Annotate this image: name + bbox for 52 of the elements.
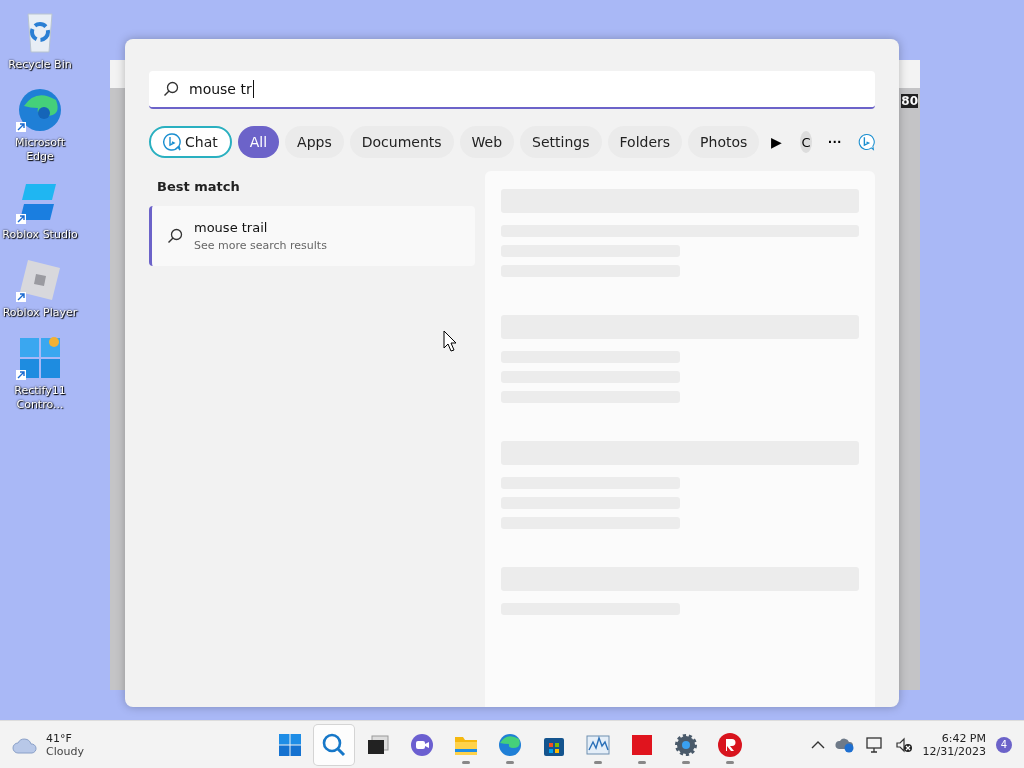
running-indicator xyxy=(506,760,514,764)
filter-tab[interactable]: Settings xyxy=(520,126,602,158)
desktop-icon-label: Rectify11 Contro... xyxy=(13,384,67,412)
time: 6:42 PM xyxy=(941,731,986,745)
search-text: mouse tr xyxy=(189,81,252,97)
mouse-cursor-icon xyxy=(443,330,457,352)
cloud-icon[interactable] xyxy=(834,736,855,753)
weather-condition: Cloudy xyxy=(46,744,84,758)
r-logo-icon xyxy=(717,731,743,758)
filter-tab[interactable]: Folders xyxy=(607,126,683,158)
swirl-icon xyxy=(16,86,64,134)
search-icon xyxy=(166,227,184,245)
filter-tab[interactable]: Apps xyxy=(285,126,344,158)
scroll-right-button[interactable]: ▶ xyxy=(765,134,789,150)
desktop-icon-label: Roblox Studio xyxy=(2,228,78,242)
desktop-icon-label: Recycle Bin xyxy=(7,58,73,72)
more-button[interactable]: ··· xyxy=(818,134,852,150)
section-heading: Best match xyxy=(156,178,241,196)
clock[interactable]: 6:42 PM 12/31/2023 xyxy=(922,731,986,758)
result-title: mouse trail xyxy=(194,220,269,235)
running-indicator xyxy=(638,760,646,764)
cloud-icon xyxy=(12,735,38,754)
search-icon xyxy=(163,81,179,97)
windows-logo-icon xyxy=(277,731,303,758)
temperature: 41°F xyxy=(46,731,73,745)
desktop-icon-label: Roblox Player xyxy=(2,306,78,320)
search-icon xyxy=(321,731,347,758)
account-avatar[interactable]: C xyxy=(800,131,812,153)
filter-tab[interactable]: All xyxy=(237,126,280,158)
notification-badge[interactable]: 4 xyxy=(996,736,1012,753)
running-indicator xyxy=(462,760,470,764)
weather-widget[interactable]: 41°F Cloudy xyxy=(12,731,84,758)
filter-tab[interactable]: Web xyxy=(459,126,515,158)
date: 12/31/2023 xyxy=(922,744,986,758)
speaker-muted-icon[interactable] xyxy=(894,736,913,753)
result-subtitle: See more search results xyxy=(194,239,327,252)
swirl-icon xyxy=(497,731,523,758)
settings-icon xyxy=(673,731,699,758)
filter-tab[interactable]: Photos xyxy=(688,126,760,158)
desktop-icon-label: Microsoft Edge xyxy=(13,136,67,164)
monitor-icon[interactable] xyxy=(864,735,885,754)
filter-tab[interactable]: Documents xyxy=(349,126,454,158)
running-indicator xyxy=(594,760,602,764)
chat-bubble-icon xyxy=(163,133,181,151)
result-item[interactable]: mouse trail See more search results xyxy=(149,206,475,266)
running-indicator xyxy=(726,760,734,764)
chevron-up-icon[interactable] xyxy=(810,739,825,750)
video-camera-icon xyxy=(409,731,435,758)
window-badge: 80 xyxy=(901,94,918,108)
search-field[interactable]: mouse tr xyxy=(149,71,875,109)
running-indicator xyxy=(682,760,690,764)
chat-tab[interactable]: Chat xyxy=(149,126,232,158)
